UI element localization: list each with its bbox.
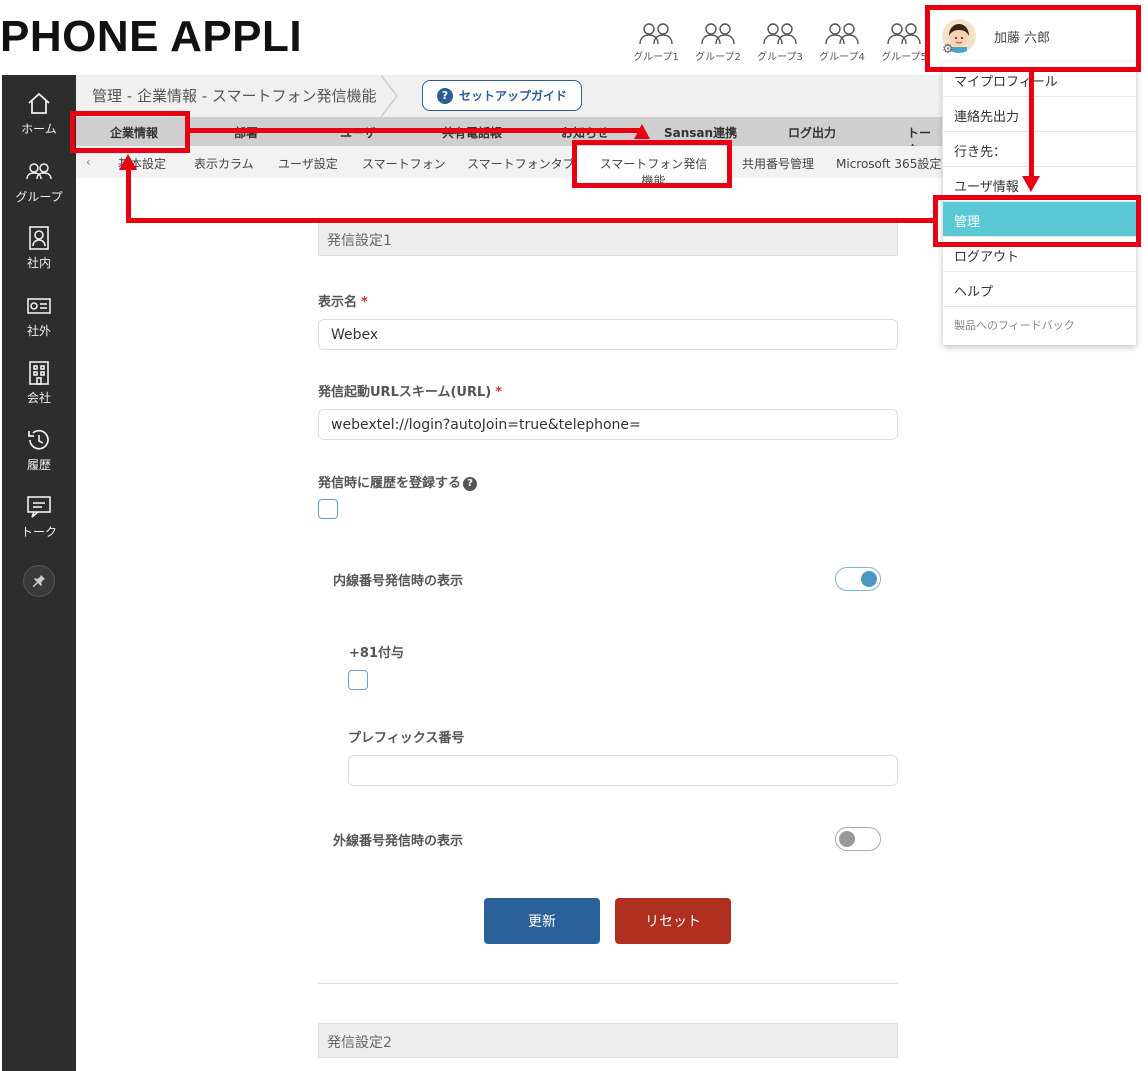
annotation-arrowhead xyxy=(634,124,650,139)
home-icon xyxy=(28,92,50,114)
group-label: グループ1 xyxy=(633,52,679,63)
url-scheme-input[interactable] xyxy=(318,409,898,440)
annotation-line xyxy=(126,218,934,223)
menu-item-contact-export[interactable]: 連絡先出力 xyxy=(943,97,1136,132)
sub-tab-bar: ‹ 基本設定 表示カラム ユーザ設定 スマートフォン スマートフォンタブ スマー… xyxy=(76,146,942,188)
tab-log-output[interactable]: ログ出力 xyxy=(788,124,836,141)
group-icon xyxy=(639,23,673,45)
sidebar-item-label: ホーム xyxy=(21,122,57,136)
sidebar-item-external[interactable]: 社外 xyxy=(2,293,76,339)
setup-guide-button[interactable]: ? セットアップガイド xyxy=(422,80,582,111)
group-label: グループ2 xyxy=(695,52,741,63)
group-shortcut-1[interactable]: グループ1 xyxy=(625,22,687,63)
group-shortcut-3[interactable]: グループ3 xyxy=(749,22,811,63)
group-shortcut-2[interactable]: グループ2 xyxy=(687,22,749,63)
annotation-line xyxy=(190,128,642,133)
help-icon[interactable]: ? xyxy=(463,476,478,491)
group-icon xyxy=(825,23,859,45)
chat-icon xyxy=(27,496,51,518)
section-header-2: 発信設定2 xyxy=(318,1023,898,1058)
internal-display-label: 内線番号発信時の表示 xyxy=(333,574,464,589)
sub-tab-microsoft365[interactable]: Microsoft 365設定 xyxy=(836,155,941,172)
toggle-knob xyxy=(861,571,877,587)
group-label: グループ3 xyxy=(757,52,803,63)
group-shortcut-4[interactable]: グループ4 xyxy=(811,22,873,63)
sidebar-item-label: 会社 xyxy=(26,391,51,405)
contact-card-icon xyxy=(29,226,49,250)
sidebar-item-label: 履歴 xyxy=(26,458,51,472)
sidebar-item-home[interactable]: ホーム xyxy=(2,91,76,137)
sidebar: ホーム グループ 社内 社外 会社 履歴 トーク xyxy=(2,75,76,1071)
plus81-checkbox[interactable] xyxy=(348,670,368,690)
group-icon xyxy=(26,163,52,180)
pin-icon xyxy=(33,575,45,587)
group-shortcuts: グループ1 グループ2 グループ3 グループ4 グループ5 xyxy=(625,22,935,63)
sidebar-item-label: 社内 xyxy=(26,256,51,270)
annotation-arrowhead xyxy=(1022,176,1040,192)
display-name-input[interactable] xyxy=(318,319,898,350)
required-mark: * xyxy=(495,385,503,400)
toggle-knob xyxy=(839,831,855,847)
tab-sansan[interactable]: Sansan連携 xyxy=(664,124,737,141)
url-scheme-label: 発信起動URLスキーム(URL) * xyxy=(318,385,503,400)
business-card-icon xyxy=(27,298,51,314)
update-button[interactable]: 更新 xyxy=(484,898,600,944)
annotation-line xyxy=(126,170,131,223)
annotation-box-company-tab xyxy=(70,111,190,153)
app-logo: PHONE APPLI xyxy=(0,12,303,61)
sub-tab-smartphone-tab[interactable]: スマートフォンタブ xyxy=(467,155,575,172)
annotation-box-call-tab xyxy=(572,140,732,188)
sidebar-item-label: トーク xyxy=(20,525,57,539)
group-icon xyxy=(701,23,735,45)
internal-display-toggle[interactable] xyxy=(835,567,881,591)
annotation-box-user xyxy=(925,5,1141,72)
divider xyxy=(318,983,898,984)
annotation-arrowhead xyxy=(119,154,137,170)
external-display-toggle[interactable] xyxy=(835,827,881,851)
reset-button[interactable]: リセット xyxy=(615,898,731,944)
sub-tab-display-columns[interactable]: 表示カラム xyxy=(194,155,254,172)
group-icon xyxy=(887,23,921,45)
sidebar-item-internal[interactable]: 社内 xyxy=(2,225,76,271)
sidebar-item-company[interactable]: 会社 xyxy=(2,360,76,406)
sidebar-item-group[interactable]: グループ xyxy=(2,159,76,205)
menu-item-feedback[interactable]: 製品へのフィードバック xyxy=(943,308,1136,343)
prefix-input[interactable] xyxy=(348,755,898,786)
annotation-line xyxy=(1029,70,1034,178)
sidebar-item-talk[interactable]: トーク xyxy=(2,494,76,540)
sidebar-item-label: 社外 xyxy=(26,324,51,338)
plus81-label: +81付与 xyxy=(349,646,404,661)
sidebar-item-history[interactable]: 履歴 xyxy=(2,427,76,473)
sub-tab-shared-number[interactable]: 共用番号管理 xyxy=(742,155,814,172)
breadcrumb-separator-icon xyxy=(380,75,398,117)
prefix-label: プレフィックス番号 xyxy=(348,731,465,746)
external-display-label: 外線番号発信時の表示 xyxy=(333,834,464,849)
menu-item-help[interactable]: ヘルプ xyxy=(943,272,1136,307)
sub-tab-prev-arrow[interactable]: ‹ xyxy=(86,155,91,169)
menu-item-destination[interactable]: 行き先： xyxy=(943,132,1136,167)
setup-guide-label: セットアップガイド xyxy=(458,89,567,103)
building-icon xyxy=(29,361,49,385)
group-label: グループ4 xyxy=(819,52,865,63)
sub-tab-smartphone[interactable]: スマートフォン xyxy=(362,155,446,172)
sidebar-item-label: グループ xyxy=(15,190,63,204)
register-history-label: 発信時に履歴を登録する? xyxy=(318,472,478,491)
group-label: グループ5 xyxy=(881,52,927,63)
question-icon: ? xyxy=(436,87,453,104)
group-icon xyxy=(763,23,797,45)
sub-tab-user-settings[interactable]: ユーザ設定 xyxy=(278,155,338,172)
breadcrumb: 管理 - 企業情報 - スマートフォン発信機能 xyxy=(92,87,377,105)
pin-button[interactable] xyxy=(23,565,55,597)
register-history-checkbox[interactable] xyxy=(318,499,338,519)
breadcrumb-bar: 管理 - 企業情報 - スマートフォン発信機能 ? セットアップガイド xyxy=(76,75,942,117)
annotation-box-admin xyxy=(933,195,1141,247)
display-name-label: 表示名 * xyxy=(318,295,368,310)
history-icon xyxy=(28,429,49,450)
section-header-1: 発信設定1 xyxy=(318,221,898,256)
required-mark: * xyxy=(361,295,368,310)
